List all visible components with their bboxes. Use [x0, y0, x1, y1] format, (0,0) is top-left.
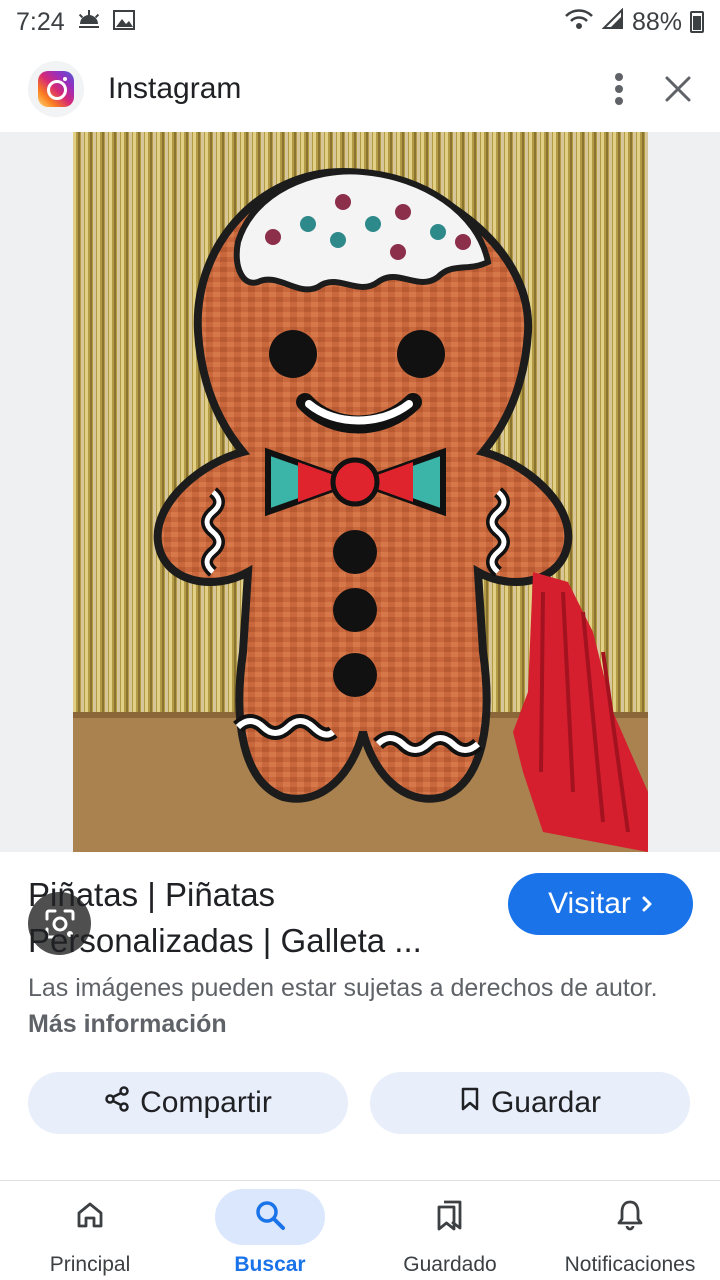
nav-item-notificaciones[interactable]: Notificaciones [540, 1181, 720, 1280]
nav-label-guardado: Guardado [403, 1253, 497, 1276]
signal-icon [601, 7, 624, 37]
nav-label-principal: Principal [49, 1253, 131, 1276]
home-icon [74, 1199, 106, 1236]
nav-label-notificaciones: Notificaciones [564, 1253, 696, 1276]
close-icon[interactable] [664, 75, 692, 103]
battery-percent: 88% [631, 7, 682, 36]
nav-item-guardado[interactable]: Guardado [360, 1181, 540, 1280]
nav-item-principal[interactable]: Principal [0, 1181, 180, 1280]
battery-icon [690, 11, 704, 33]
result-title[interactable]: Piñatas | Piñatas Personalizadas | Galle… [28, 872, 483, 964]
share-button[interactable]: Compartir [28, 1072, 348, 1134]
chevron-right-icon [641, 887, 653, 921]
image-notification-icon [112, 8, 135, 37]
bell-icon [615, 1198, 645, 1237]
more-vert-icon[interactable] [614, 72, 624, 106]
status-bar: 7:24 88% [0, 0, 720, 44]
share-button-label: Compartir [140, 1086, 272, 1119]
app-header: Instagram [0, 52, 720, 126]
bookmark-icon [459, 1086, 481, 1120]
instagram-icon [28, 61, 84, 117]
save-button-label: Guardar [490, 1086, 602, 1119]
nav-label-buscar: Buscar [234, 1253, 306, 1276]
share-icon [104, 1086, 130, 1120]
copyright-notice: Las imágenes pueden estar sujetas a dere… [28, 970, 668, 1042]
save-button[interactable]: Guardar [370, 1072, 690, 1134]
image-preview-area [0, 132, 720, 955]
status-time: 7:24 [16, 7, 65, 36]
copyright-text: Las imágenes pueden estar sujetas a dere… [28, 974, 658, 1002]
weather-icon [77, 8, 101, 37]
visit-button[interactable]: Visitar [508, 873, 693, 935]
visit-button-label: Visitar [548, 887, 631, 920]
more-info-link[interactable]: Más información [28, 1010, 227, 1038]
gingerbread-pinata-photo[interactable] [73, 132, 648, 852]
search-icon [253, 1198, 287, 1237]
wifi-icon [564, 8, 594, 37]
bottom-navigation: Principal Buscar Guardado Notificaciones [0, 1180, 720, 1280]
nav-item-buscar[interactable]: Buscar [180, 1181, 360, 1280]
saved-icon [434, 1198, 466, 1237]
source-app-title: Instagram [108, 72, 242, 105]
